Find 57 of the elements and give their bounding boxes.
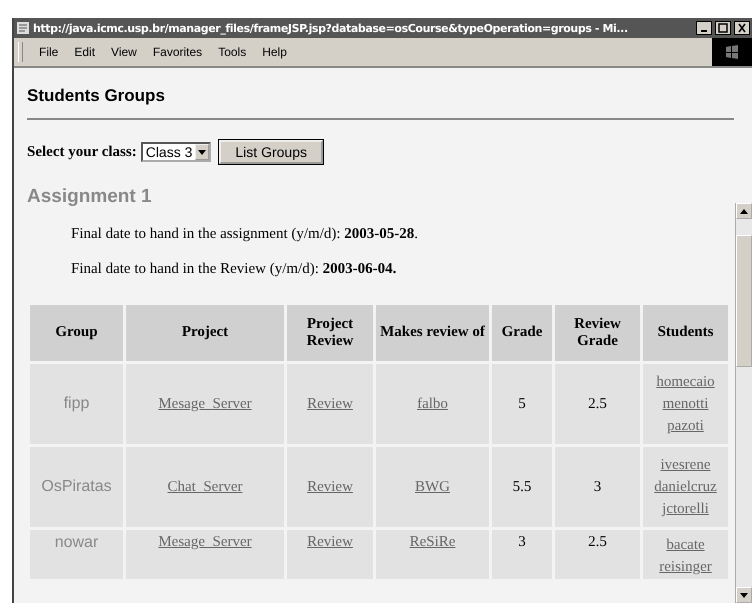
minimize-icon xyxy=(701,30,707,32)
menu-item[interactable]: Edit xyxy=(66,43,104,61)
scrollbar[interactable] xyxy=(735,203,752,603)
scroll-up-icon xyxy=(740,208,748,214)
student-link[interactable]: pazoti xyxy=(667,415,704,437)
student-link[interactable]: menotti xyxy=(662,393,708,415)
column-header: Project xyxy=(126,305,284,361)
column-header: Project Review xyxy=(287,305,373,361)
assignment-title: Assignment 1 xyxy=(27,186,153,208)
maximize-button[interactable] xyxy=(715,21,731,35)
menu-item[interactable]: View xyxy=(103,43,145,61)
dropdown-arrow-icon xyxy=(198,150,206,154)
page-title: Students Groups xyxy=(27,86,166,106)
reviewed-group-link[interactable]: falbo xyxy=(417,396,448,412)
menu-item[interactable]: Tools xyxy=(210,43,254,61)
menu-item[interactable]: Favorites xyxy=(144,43,210,61)
windows-logo-icon xyxy=(712,38,752,66)
review-link[interactable]: Review xyxy=(307,478,353,494)
student-link[interactable]: homecaio xyxy=(656,371,715,393)
student-link[interactable]: jctorelli xyxy=(662,498,709,520)
reviewed-group-link[interactable]: BWG xyxy=(415,478,450,494)
group-cell: OsPiratas xyxy=(30,447,123,527)
student-link[interactable]: danielcruz xyxy=(654,476,717,498)
menu-item[interactable]: Help xyxy=(254,43,295,61)
review-grade-cell: 2.5 xyxy=(555,364,640,444)
column-header: Makes review of xyxy=(376,305,489,361)
menu-item[interactable]: File xyxy=(31,43,66,61)
student-link[interactable]: bacate xyxy=(666,534,705,556)
maximize-icon xyxy=(716,22,730,34)
project-link[interactable]: Mesage Server xyxy=(158,534,252,550)
project-link[interactable]: Chat Server xyxy=(168,478,242,494)
scroll-down-icon xyxy=(740,592,748,598)
group-cell: nowar xyxy=(30,530,123,579)
column-header: Review Grade xyxy=(555,305,640,361)
project-link[interactable]: Mesage Server xyxy=(158,396,252,412)
review-link[interactable]: Review xyxy=(307,396,353,412)
column-header: Students xyxy=(643,305,728,361)
list-groups-button[interactable]: List Groups xyxy=(219,140,323,164)
review-grade-cell: 2.5 xyxy=(555,530,640,579)
class-label: Select your class: xyxy=(27,144,137,160)
minimize-button[interactable] xyxy=(696,21,712,35)
grade-cell: 3 xyxy=(492,530,552,579)
student-link[interactable]: ivesrene xyxy=(660,454,710,476)
deadline-text: Final date to hand in the Review (y/m/d): 2003-06-04. xyxy=(71,261,398,278)
grade-cell: 5.5 xyxy=(492,447,552,527)
class-select[interactable]: Class 3 xyxy=(140,142,212,162)
reviewed-group-link[interactable]: ReSiRe xyxy=(410,534,456,550)
student-link[interactable]: reisinger xyxy=(659,556,712,578)
group-cell: fipp xyxy=(30,364,123,444)
review-link[interactable]: Review xyxy=(307,534,353,550)
window-title: http://java.icmc.usp.br/manager_files/frameJSP.jsp?database=osCourse&typeOperation=groups - Mi... xyxy=(33,22,629,34)
column-header: Grade xyxy=(492,305,552,361)
close-button[interactable] xyxy=(734,21,750,35)
deadline-text: Final date to hand in the assignment (y/m/d): 2003-05-28. xyxy=(71,226,420,243)
column-header: Group xyxy=(30,305,123,361)
grade-cell: 5 xyxy=(492,364,552,444)
review-grade-cell: 3 xyxy=(555,447,640,527)
